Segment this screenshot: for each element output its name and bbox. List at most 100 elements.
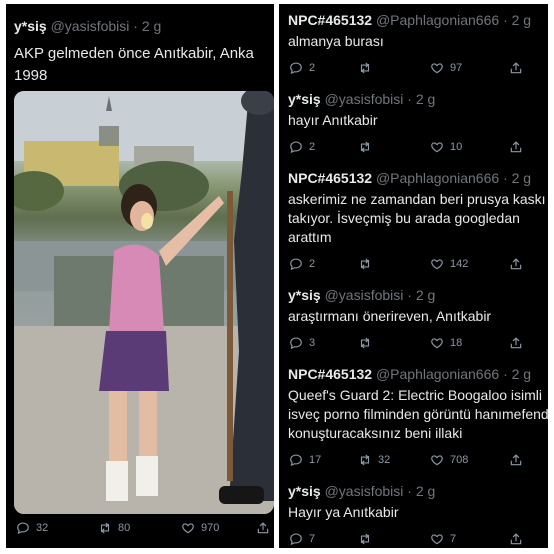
author-handle[interactable]: @yasisfobisi [325,287,404,303]
retweet-button[interactable] [358,531,378,547]
author-handle[interactable]: @Paphlagonian666 [376,12,499,28]
tweet-text: hayır Anıtkabir [288,111,378,130]
reply-button[interactable]: 7 [289,531,315,547]
reply-icon [289,140,303,154]
retweet-count: 80 [118,522,131,534]
author-name[interactable]: y*siş [14,18,47,34]
like-count: 10 [450,141,463,153]
like-icon [430,257,444,271]
author-name[interactable]: y*siş [288,287,321,303]
retweet-button[interactable]: 32 [358,452,390,468]
tweet-text-line: konuşturacaksınız beni illaki [288,425,463,441]
reply-count: 7 [309,533,316,545]
retweet-icon [358,336,372,350]
share-button[interactable] [256,520,270,536]
share-button[interactable] [509,256,523,272]
author-handle[interactable]: @yasisfobisi [325,91,404,107]
author-name[interactable]: NPC#465132 [288,12,372,28]
like-count: 7 [450,533,457,545]
tweet-text-line: Queef's Guard 2: Electric Boogaloo isiml… [288,387,543,403]
main-tweet-panel: y*siş @yasisfobisi · 2 g AKP gelmeden ön… [6,4,274,548]
retweet-button[interactable]: 80 [98,520,130,536]
reply-button[interactable]: 2 [289,256,315,272]
retweet-icon [358,140,372,154]
like-button[interactable]: 142 [430,256,468,272]
reply-icon [289,532,303,546]
author-name[interactable]: y*siş [288,483,321,499]
tweet-text: askerimiz ne zamandan beri prusya kaskı t… [288,190,546,247]
like-icon [430,532,444,546]
separator-dot: · [503,12,508,28]
retweet-button[interactable] [358,256,378,272]
timestamp[interactable]: 2 g [512,170,531,186]
author-handle[interactable]: @Paphlagonian666 [376,170,499,186]
timestamp[interactable]: 2 g [512,366,531,382]
photo-illustration [14,91,274,514]
timestamp[interactable]: 2 g [416,483,435,499]
retweet-button[interactable] [358,60,378,76]
timestamp[interactable]: 2 g [416,287,435,303]
timestamp[interactable]: 2 g [142,18,161,34]
author-handle[interactable]: @yasisfobisi [51,18,130,34]
like-button[interactable]: 97 [430,60,462,76]
share-icon [509,453,523,467]
like-button[interactable]: 18 [430,335,462,351]
tweet-text-line: takıyor. İsveçmiş bu arada googledan [288,210,520,226]
timestamp[interactable]: 2 g [512,12,531,28]
retweet-icon [358,453,372,467]
tweet-text-line: 1998 [14,67,48,84]
retweet-icon [358,257,372,271]
tweet-header: NPC#465132 @Paphlagonian666 · 2 g [288,12,531,28]
like-button[interactable]: 7 [430,531,456,547]
reply-button[interactable]: 17 [289,452,321,468]
tweet-text: almanya burası [288,32,384,51]
reply-count: 3 [309,337,316,349]
reply-button[interactable]: 32 [16,520,48,536]
like-icon [430,453,444,467]
tweet-text: araştırmanı önerireven, Anıtkabir [288,307,491,326]
reply-button[interactable]: 2 [289,139,315,155]
tweet-header: NPC#465132 @Paphlagonian666 · 2 g [288,170,531,186]
like-button[interactable]: 10 [430,139,462,155]
share-icon [509,532,523,546]
tweet-text-line: hayır Anıtkabir [288,112,378,128]
author-name[interactable]: NPC#465132 [288,170,372,186]
share-button[interactable] [509,531,523,547]
reply-icon [289,336,303,350]
author-handle[interactable]: @yasisfobisi [325,483,404,499]
reply-button[interactable]: 3 [289,335,315,351]
separator-dot: · [407,483,412,499]
retweet-count: 32 [378,454,391,466]
share-icon [509,257,523,271]
author-name[interactable]: NPC#465132 [288,366,372,382]
separator-dot: · [503,170,508,186]
author-name[interactable]: y*siş [288,91,321,107]
share-button[interactable] [509,452,523,468]
tweet-text-line: isveç porno filminden görüntü hanımefend [288,406,548,422]
share-button[interactable] [509,139,523,155]
tweet-actions: 2 10 [289,139,539,155]
tweet-actions: 2 97 [289,60,539,76]
like-count: 97 [450,62,463,74]
like-button[interactable]: 970 [181,520,219,536]
tweet-actions: 2 142 [289,256,539,272]
retweet-icon [98,521,112,535]
reply-icon [289,453,303,467]
share-button[interactable] [509,335,523,351]
tweet-text: AKP gelmeden önce Anıtkabir, Anka 1998 [14,43,254,87]
retweet-button[interactable] [358,335,378,351]
timestamp[interactable]: 2 g [416,91,435,107]
reply-thread-panel: NPC#465132 @Paphlagonian666 · 2 g almany… [279,4,548,548]
reply-button[interactable]: 2 [289,60,315,76]
tweet-text-line: askerimiz ne zamandan beri prusya kaskı [288,191,546,207]
share-icon [509,140,523,154]
tweet-photo[interactable] [14,91,274,514]
retweet-button[interactable] [358,139,378,155]
reply-count: 17 [309,454,322,466]
like-button[interactable]: 708 [430,452,468,468]
like-count: 142 [450,258,469,270]
retweet-icon [358,532,372,546]
author-handle[interactable]: @Paphlagonian666 [376,366,499,382]
separator-dot: · [407,287,412,303]
share-button[interactable] [509,60,523,76]
